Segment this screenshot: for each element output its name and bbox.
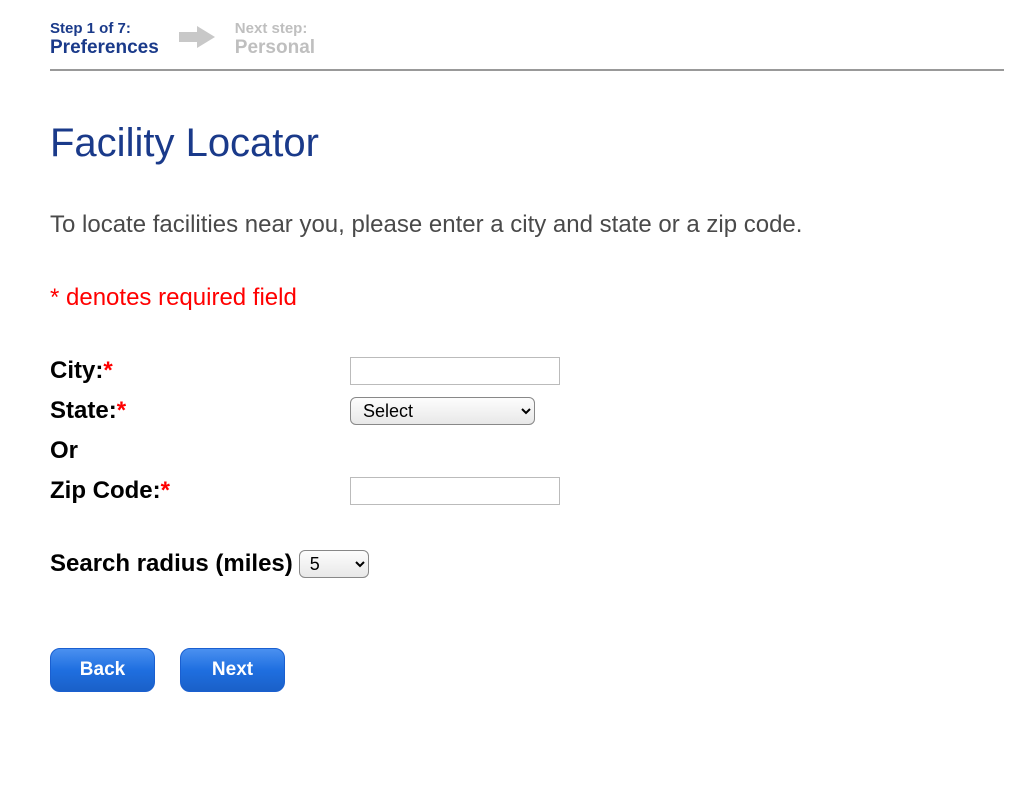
required-star: * xyxy=(161,477,170,504)
state-select[interactable]: Select xyxy=(350,397,535,425)
city-row: City:* xyxy=(50,357,1004,385)
city-label: City: xyxy=(50,357,103,384)
page-title: Facility Locator xyxy=(50,121,1004,166)
step-next-small: Next step: xyxy=(235,20,315,37)
radius-select[interactable]: 5 xyxy=(299,550,369,578)
step-next-big: Personal xyxy=(235,37,315,59)
zip-input[interactable] xyxy=(350,477,560,505)
back-button[interactable]: Back xyxy=(50,648,155,692)
required-star: * xyxy=(117,397,126,424)
state-label: State: xyxy=(50,397,117,424)
step-current-big: Preferences xyxy=(50,37,159,59)
instructions-text: To locate facilities near you, please en… xyxy=(50,211,1004,239)
required-star: * xyxy=(103,357,112,384)
city-input[interactable] xyxy=(350,357,560,385)
zip-row: Zip Code:* xyxy=(50,477,1004,505)
step-next: Next step: Personal xyxy=(235,20,315,59)
state-label-cell: State:* xyxy=(50,397,350,425)
or-row: Or xyxy=(50,437,1004,465)
radius-row: Search radius (miles) 5 xyxy=(50,550,1004,578)
step-current-small: Step 1 of 7: xyxy=(50,20,159,37)
required-note: * denotes required field xyxy=(50,284,1004,312)
radius-label: Search radius (miles) xyxy=(50,550,293,578)
zip-label-cell: Zip Code:* xyxy=(50,477,350,505)
next-button[interactable]: Next xyxy=(180,648,285,692)
arrow-right-icon xyxy=(179,26,215,53)
step-current: Step 1 of 7: Preferences xyxy=(50,20,159,59)
divider xyxy=(50,69,1004,71)
state-row: State:* Select xyxy=(50,397,1004,425)
stepper: Step 1 of 7: Preferences Next step: Pers… xyxy=(50,20,1004,59)
city-label-cell: City:* xyxy=(50,357,350,385)
button-row: Back Next xyxy=(50,648,1004,692)
zip-label: Zip Code: xyxy=(50,477,161,504)
form-area: City:* State:* Select Or Zip Code:* Sear… xyxy=(50,357,1004,578)
or-label: Or xyxy=(50,437,350,465)
